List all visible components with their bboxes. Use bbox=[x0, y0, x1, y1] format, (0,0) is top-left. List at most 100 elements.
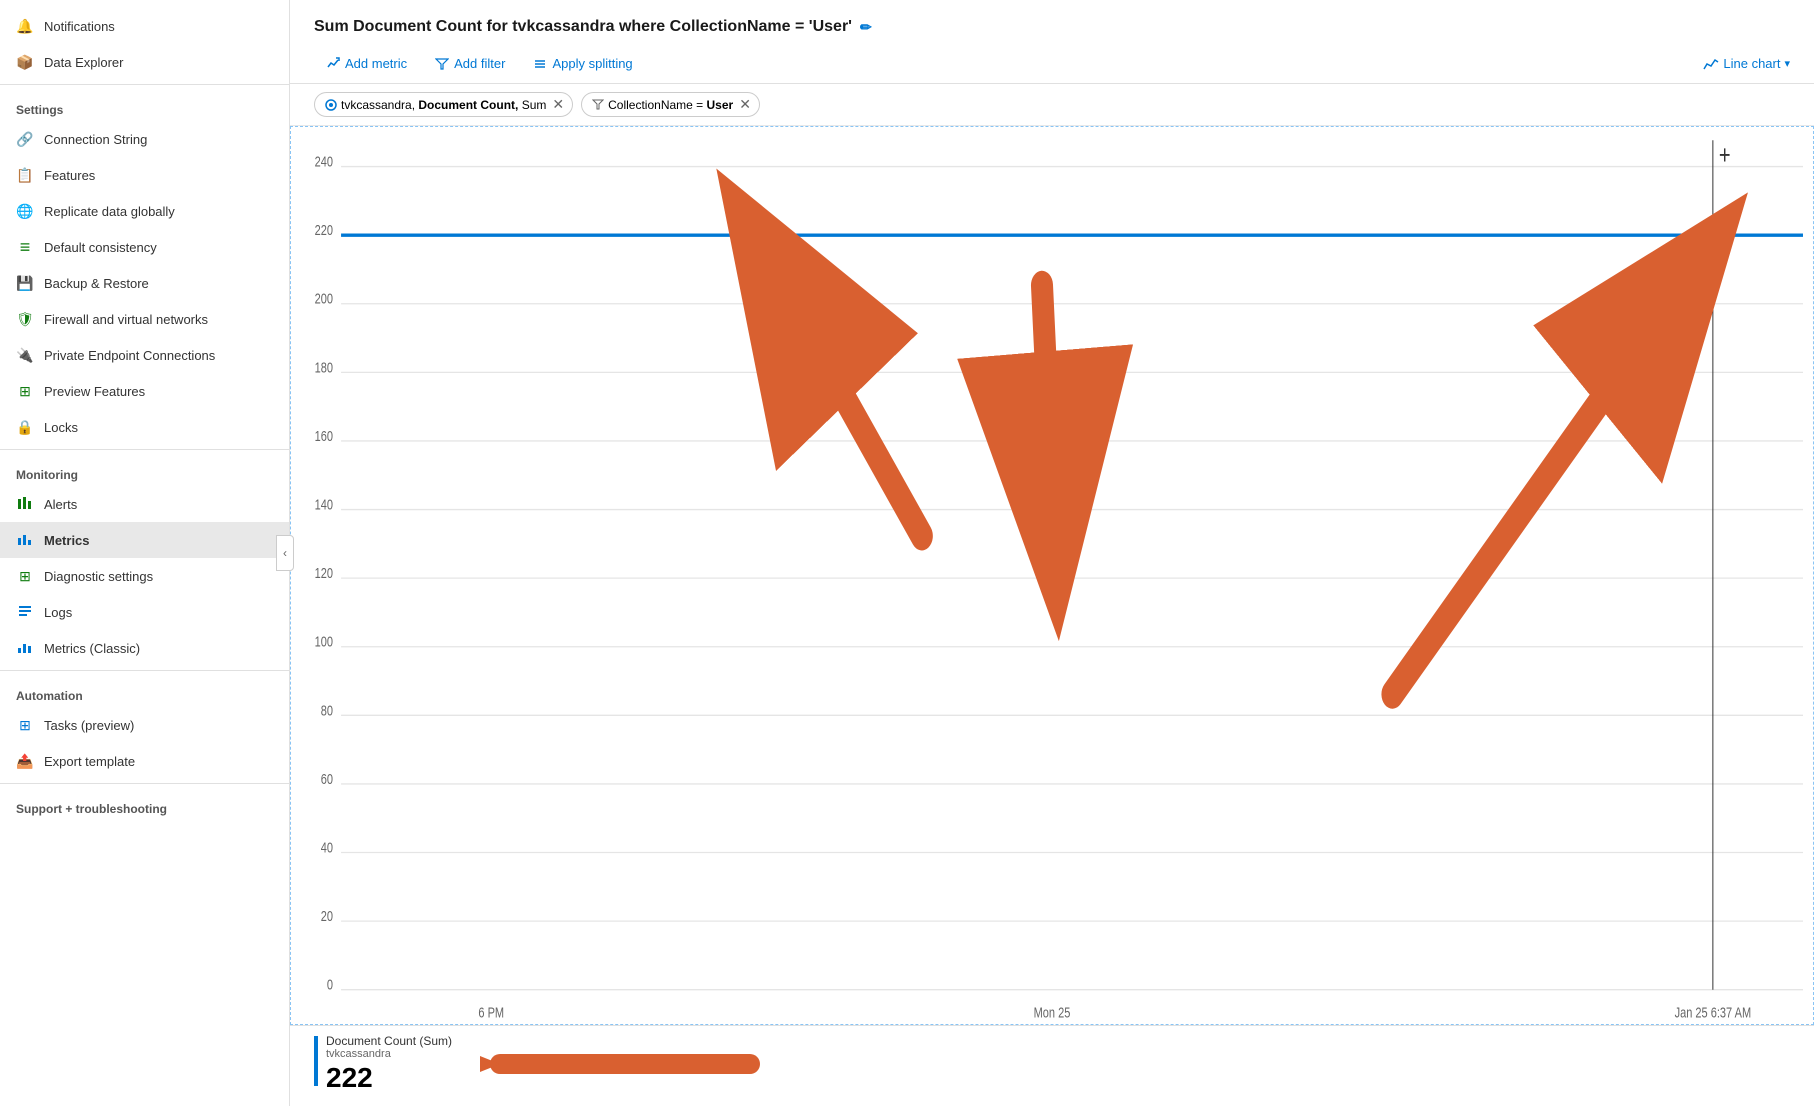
private-endpoint-icon: 🔌 bbox=[16, 346, 34, 364]
apply-splitting-icon bbox=[533, 57, 547, 71]
svg-text:+: + bbox=[1719, 140, 1731, 169]
legend-title: Document Count (Sum) bbox=[326, 1034, 452, 1048]
add-metric-label: Add metric bbox=[345, 56, 407, 71]
svg-text:200: 200 bbox=[315, 290, 333, 307]
sidebar-item-label: Locks bbox=[44, 420, 78, 435]
sidebar-item-firewall[interactable]: 🛡 Firewall and virtual networks bbox=[0, 301, 289, 337]
divider bbox=[0, 84, 289, 85]
remove-metric-tag[interactable]: ✕ bbox=[552, 96, 564, 113]
sidebar-item-label: Tasks (preview) bbox=[44, 718, 134, 733]
legend-value: 222 bbox=[326, 1062, 452, 1094]
line-chart-selector[interactable]: Line chart ▾ bbox=[1703, 56, 1790, 71]
add-filter-icon bbox=[435, 57, 449, 71]
legend-subtitle: tvkcassandra bbox=[326, 1048, 452, 1060]
sidebar-item-label: Export template bbox=[44, 754, 135, 769]
notifications-icon: 🔔 bbox=[16, 17, 34, 35]
collection-filter-tag: CollectionName = User ✕ bbox=[581, 92, 760, 117]
connection-string-icon: 🔗 bbox=[16, 130, 34, 148]
sidebar-item-locks[interactable]: 🔒 Locks bbox=[0, 409, 289, 445]
remove-collection-tag[interactable]: ✕ bbox=[739, 96, 751, 113]
metrics-classic-icon bbox=[16, 639, 34, 657]
add-metric-icon bbox=[326, 57, 340, 71]
support-header: Support + troubleshooting bbox=[0, 788, 289, 820]
divider bbox=[0, 670, 289, 671]
sidebar-item-label: Features bbox=[44, 168, 95, 183]
legend-color-bar bbox=[314, 1036, 318, 1086]
sidebar-item-features[interactable]: 📋 Features bbox=[0, 157, 289, 193]
add-filter-button[interactable]: Add filter bbox=[423, 50, 517, 77]
sidebar-item-default-consistency[interactable]: ≡ Default consistency bbox=[0, 229, 289, 265]
apply-splitting-button[interactable]: Apply splitting bbox=[521, 50, 644, 77]
backup-icon: 💾 bbox=[16, 274, 34, 292]
main-content: Sum Document Count for tvkcassandra wher… bbox=[290, 0, 1814, 1106]
sidebar-item-label: Replicate data globally bbox=[44, 204, 175, 219]
sidebar-item-label: Firewall and virtual networks bbox=[44, 312, 208, 327]
export-icon: 📤 bbox=[16, 752, 34, 770]
sidebar-item-backup-restore[interactable]: 💾 Backup & Restore bbox=[0, 265, 289, 301]
svg-text:Jan 25 6:37 AM: Jan 25 6:37 AM bbox=[1675, 1004, 1752, 1021]
svg-text:240: 240 bbox=[315, 153, 333, 170]
svg-text:220: 220 bbox=[315, 222, 333, 239]
sidebar-item-preview-features[interactable]: ⊞ Preview Features bbox=[0, 373, 289, 409]
legend-area: Document Count (Sum) tvkcassandra 222 bbox=[290, 1025, 1814, 1106]
sidebar-item-private-endpoint[interactable]: 🔌 Private Endpoint Connections bbox=[0, 337, 289, 373]
sidebar-item-logs[interactable]: Logs bbox=[0, 594, 289, 630]
sidebar-item-diagnostic[interactable]: ⊞ Diagnostic settings bbox=[0, 558, 289, 594]
svg-text:180: 180 bbox=[315, 359, 333, 376]
sidebar: 🔔 Notifications 📦 Data Explorer Settings… bbox=[0, 0, 290, 1106]
data-explorer-icon: 📦 bbox=[16, 53, 34, 71]
sidebar-item-alerts[interactable]: Alerts bbox=[0, 486, 289, 522]
legend-arrow-svg bbox=[480, 1039, 760, 1089]
svg-text:40: 40 bbox=[321, 839, 333, 856]
chevron-down-icon: ▾ bbox=[1784, 57, 1790, 70]
metric-tag-text: tvkcassandra, Document Count, Sum bbox=[341, 98, 546, 112]
apply-splitting-label: Apply splitting bbox=[552, 56, 632, 71]
sidebar-item-label: Private Endpoint Connections bbox=[44, 348, 215, 363]
svg-text:60: 60 bbox=[321, 770, 333, 787]
svg-text:100: 100 bbox=[315, 633, 333, 650]
sidebar-item-label: Backup & Restore bbox=[44, 276, 149, 291]
sidebar-item-metrics-classic[interactable]: Metrics (Classic) bbox=[0, 630, 289, 666]
sidebar-item-notifications[interactable]: 🔔 Notifications bbox=[0, 8, 289, 44]
chart-toolbar: Add metric Add filter Apply splitting Li… bbox=[290, 44, 1814, 84]
add-filter-label: Add filter bbox=[454, 56, 505, 71]
sidebar-collapse-button[interactable]: ‹ bbox=[276, 535, 294, 571]
divider bbox=[0, 783, 289, 784]
sidebar-item-label: Preview Features bbox=[44, 384, 145, 399]
sidebar-item-label: Metrics bbox=[44, 533, 90, 548]
legend-item: Document Count (Sum) tvkcassandra 222 bbox=[314, 1034, 1790, 1094]
sidebar-item-data-explorer[interactable]: 📦 Data Explorer bbox=[0, 44, 289, 80]
filter-bar: tvkcassandra, Document Count, Sum ✕ Coll… bbox=[290, 84, 1814, 126]
metric-icon bbox=[325, 99, 337, 111]
legend-text: Document Count (Sum) tvkcassandra 222 bbox=[326, 1034, 452, 1094]
svg-text:80: 80 bbox=[321, 702, 333, 719]
sidebar-item-tasks[interactable]: ⊞ Tasks (preview) bbox=[0, 707, 289, 743]
sidebar-item-label: Alerts bbox=[44, 497, 77, 512]
sidebar-item-label: Data Explorer bbox=[44, 55, 123, 70]
filter-icon-small bbox=[592, 99, 604, 111]
svg-text:120: 120 bbox=[315, 565, 333, 582]
sidebar-item-export[interactable]: 📤 Export template bbox=[0, 743, 289, 779]
firewall-icon: 🛡 bbox=[16, 310, 34, 328]
chart-title-text: Sum Document Count for tvkcassandra wher… bbox=[314, 18, 852, 36]
sidebar-item-connection-string[interactable]: 🔗 Connection String bbox=[0, 121, 289, 157]
sidebar-item-label: Connection String bbox=[44, 132, 147, 147]
sidebar-item-metrics[interactable]: Metrics bbox=[0, 522, 289, 558]
preview-icon: ⊞ bbox=[16, 382, 34, 400]
collection-tag-text: CollectionName = User bbox=[608, 98, 733, 112]
tasks-icon: ⊞ bbox=[16, 716, 34, 734]
svg-text:Mon 25: Mon 25 bbox=[1034, 1004, 1071, 1021]
line-chart-icon bbox=[1703, 57, 1719, 71]
svg-text:140: 140 bbox=[315, 496, 333, 513]
chart-area: 240 220 200 180 160 140 120 100 80 60 40… bbox=[290, 126, 1814, 1025]
metric-filter-tag: tvkcassandra, Document Count, Sum ✕ bbox=[314, 92, 573, 117]
edit-title-icon[interactable]: ✏ bbox=[860, 19, 872, 36]
metrics-icon bbox=[16, 531, 34, 549]
logs-icon bbox=[16, 603, 34, 621]
consistency-icon: ≡ bbox=[16, 238, 34, 256]
replicate-icon: 🌐 bbox=[16, 202, 34, 220]
add-metric-button[interactable]: Add metric bbox=[314, 50, 419, 77]
sidebar-item-replicate[interactable]: 🌐 Replicate data globally bbox=[0, 193, 289, 229]
line-chart-label: Line chart bbox=[1723, 56, 1780, 71]
divider bbox=[0, 449, 289, 450]
